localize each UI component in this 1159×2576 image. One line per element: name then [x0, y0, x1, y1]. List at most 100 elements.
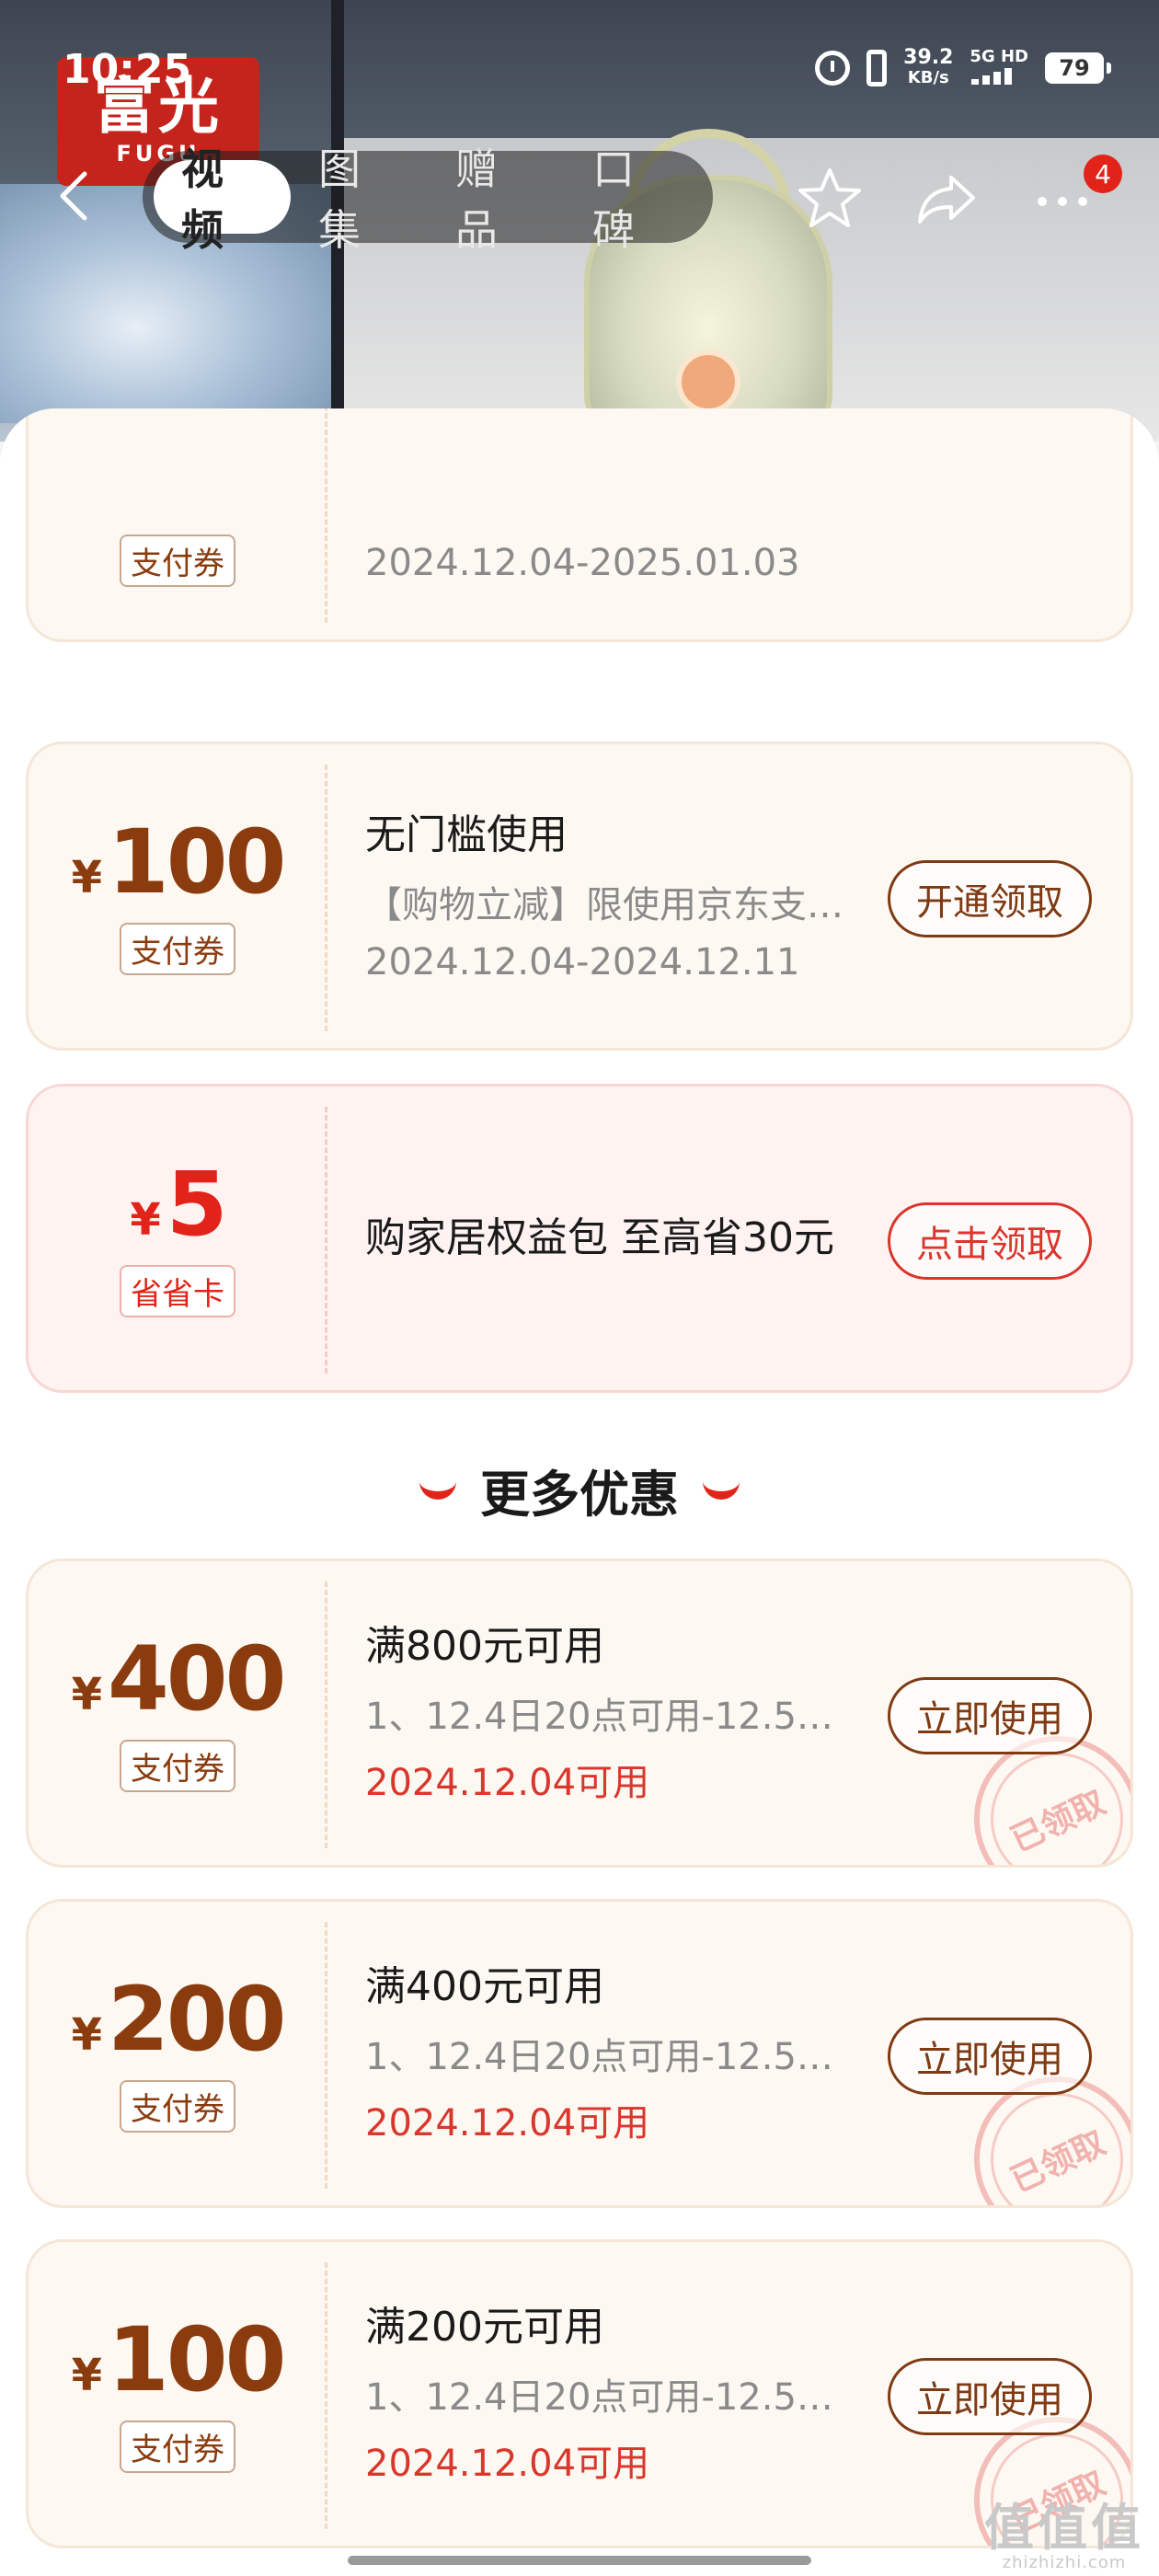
coupon-condition: 无门槛使用	[365, 811, 568, 858]
coupon-date: 2024.12.04可用	[365, 2443, 650, 2485]
discount-sheet: 优惠 支付券 2024.12.04-2025.01.03 ¥ 100 支付券 无…	[0, 408, 1159, 2576]
coupon-description: 1、12.4日20点可用-12.5…	[365, 1696, 833, 1738]
coupon-card: ¥ 5 省省卡 购家居权益包 至高省30元 点击领取	[26, 1084, 1133, 1393]
coupon-info: 购家居权益包 至高省30元	[365, 1087, 862, 1390]
coupon-value-area: ¥ 100 支付券	[29, 744, 327, 1048]
coupon-info: 满200元可用 1、12.4日20点可用-12.5… 2024.12.04可用	[365, 2242, 880, 2546]
coupon-condition: 满400元可用	[365, 1963, 604, 2010]
coupon-date: 2024.12.04-2025.01.03	[365, 542, 800, 584]
coupon-type-tag: 支付券	[120, 534, 235, 587]
coupon-condition: 满800元可用	[365, 1623, 604, 1670]
coupon-description: 1、12.4日20点可用-12.5…	[365, 2376, 833, 2419]
watermark-url: zhizhizhi.com	[1002, 2553, 1127, 2572]
tab-video[interactable]: 视频	[154, 144, 291, 255]
coupon-date: 2024.12.04-2024.12.11	[365, 941, 800, 983]
coupon-amount-value: 100	[108, 810, 286, 914]
back-chevron-icon	[60, 171, 87, 221]
more-discounts-header: 更多优惠	[0, 1454, 1159, 1526]
coupon-date: 2024.12.04可用	[365, 2102, 650, 2145]
currency-symbol: ¥	[71, 2008, 102, 2061]
coupon-amount-value: 400	[108, 1627, 286, 1731]
coupon-date: 2024.12.04可用	[365, 1762, 650, 1804]
share-button[interactable]	[911, 161, 984, 235]
coupon-amount: ¥ 400	[71, 1627, 287, 1731]
tab-gallery[interactable]: 图集	[291, 144, 428, 255]
coupon-divider	[325, 1107, 327, 1374]
claimed-stamp-text: 已领取	[1004, 2123, 1112, 2201]
coupon-info: 满800元可用 1、12.4日20点可用-12.5… 2024.12.04可用	[365, 1561, 880, 1865]
media-tab-bar: 视频 图集 赠品 口碑	[143, 144, 713, 255]
net-speed-unit: KB/s	[907, 68, 949, 87]
back-button[interactable]	[55, 164, 110, 228]
coupon-type-tag: 省省卡	[120, 1264, 235, 1317]
coupon-info: 满400元可用 1、12.4日20点可用-12.5… 2024.12.04可用	[365, 1902, 880, 2205]
status-bar: 10:25 39.2 KB/s 5G HD 79	[0, 0, 1159, 129]
coupon-type-tag: 支付券	[120, 2420, 235, 2473]
favorite-button[interactable]	[793, 161, 866, 235]
site-watermark: 值值值 zhizhizhi.com	[984, 2499, 1144, 2573]
status-icons: 39.2 KB/s 5G HD 79	[815, 48, 1111, 88]
net-speed-value: 39.2	[903, 46, 954, 69]
watermark-logo: 值值值	[984, 2499, 1144, 2557]
coupon-amount: ¥ 100	[71, 2307, 287, 2411]
coupon-card: 支付券 2024.12.04-2025.01.03	[26, 408, 1133, 642]
coupon-divider	[325, 1581, 327, 1848]
currency-symbol: ¥	[71, 851, 102, 903]
claimed-stamp-text: 已领取	[1004, 1783, 1112, 1860]
coupon-condition: 满200元可用	[365, 2304, 604, 2351]
coupon-info: 2024.12.04-2025.01.03	[365, 408, 880, 639]
currency-symbol: ¥	[130, 1193, 161, 1246]
net-speed: 39.2 KB/s	[903, 48, 953, 88]
coupon-claim-button[interactable]: 开通领取	[888, 860, 1092, 937]
smile-decoration-icon	[419, 1481, 456, 1500]
status-time: 10:25	[63, 46, 192, 93]
use-now-button[interactable]: 立即使用	[888, 2018, 1092, 2095]
coupon-value-area: 支付券	[29, 408, 327, 639]
coupon-type-tag: 支付券	[120, 1739, 235, 1792]
coupon-amount: ¥ 200	[71, 1967, 287, 2071]
coupon-value-area: ¥ 100 支付券	[29, 2242, 327, 2546]
use-now-button[interactable]: 立即使用	[888, 2358, 1092, 2435]
coupon-value-area: ¥ 5 省省卡	[29, 1087, 327, 1390]
coupon-card: ¥ 200 支付券 满400元可用 1、12.4日20点可用-12.5… 202…	[26, 1899, 1133, 2208]
notification-badge: 4	[1084, 155, 1122, 193]
more-discounts-title: 更多优惠	[480, 1466, 679, 1524]
coupon-amount-value: 100	[108, 2307, 286, 2411]
coupon-claim-button[interactable]: 点击领取	[888, 1202, 1092, 1280]
home-indicator[interactable]	[348, 2556, 811, 2565]
coupon-info: 无门槛使用 【购物立减】限使用京东支… 2024.12.04-2024.12.1…	[365, 744, 880, 1048]
coupon-type-tag: 支付券	[120, 922, 235, 975]
coupon-type-tag: 支付券	[120, 2079, 235, 2133]
signal-group: 5G HD	[970, 48, 1028, 88]
coupon-amount: ¥ 5	[130, 1152, 228, 1256]
coupon-card: ¥ 100 支付券 无门槛使用 【购物立减】限使用京东支… 2024.12.04…	[26, 742, 1133, 1051]
tab-gifts[interactable]: 赠品	[428, 144, 565, 255]
smile-decoration-icon	[703, 1481, 740, 1500]
vibrate-icon	[866, 50, 888, 86]
currency-symbol: ¥	[71, 1668, 102, 1720]
coupon-card: ¥ 400 支付券 满800元可用 1、12.4日20点可用-12.5… 202…	[26, 1558, 1133, 1868]
star-icon	[798, 168, 861, 227]
product-lamp-knob	[676, 350, 740, 414]
coupon-divider	[325, 408, 327, 623]
coupon-amount: ¥ 100	[71, 810, 287, 914]
battery-indicator: 79	[1045, 52, 1111, 84]
coupon-value-area: ¥ 200 支付券	[29, 1902, 327, 2205]
coupon-divider	[325, 2262, 327, 2529]
coupon-amount-value: 5	[166, 1152, 228, 1256]
coupon-condition: 购家居权益包 至高省30元	[365, 1214, 834, 1261]
tab-reviews[interactable]: 口碑	[565, 144, 702, 255]
currency-symbol: ¥	[71, 2349, 102, 2401]
coupon-divider	[325, 1922, 327, 2189]
signal-bars-icon	[971, 68, 1013, 85]
share-arrow-icon	[918, 176, 975, 224]
network-type: 5G HD	[970, 47, 1028, 66]
coupon-divider	[325, 765, 327, 1031]
coupon-amount-value: 200	[108, 1967, 286, 2071]
use-now-button[interactable]: 立即使用	[888, 1677, 1092, 1754]
coupon-value-area: ¥ 400 支付券	[29, 1561, 327, 1865]
coupon-description: 1、12.4日20点可用-12.5…	[365, 2036, 833, 2078]
alarm-icon	[815, 51, 851, 86]
coupon-card: ¥ 100 支付券 满200元可用 1、12.4日20点可用-12.5… 202…	[26, 2239, 1133, 2548]
coupon-description: 【购物立减】限使用京东支…	[365, 884, 843, 926]
